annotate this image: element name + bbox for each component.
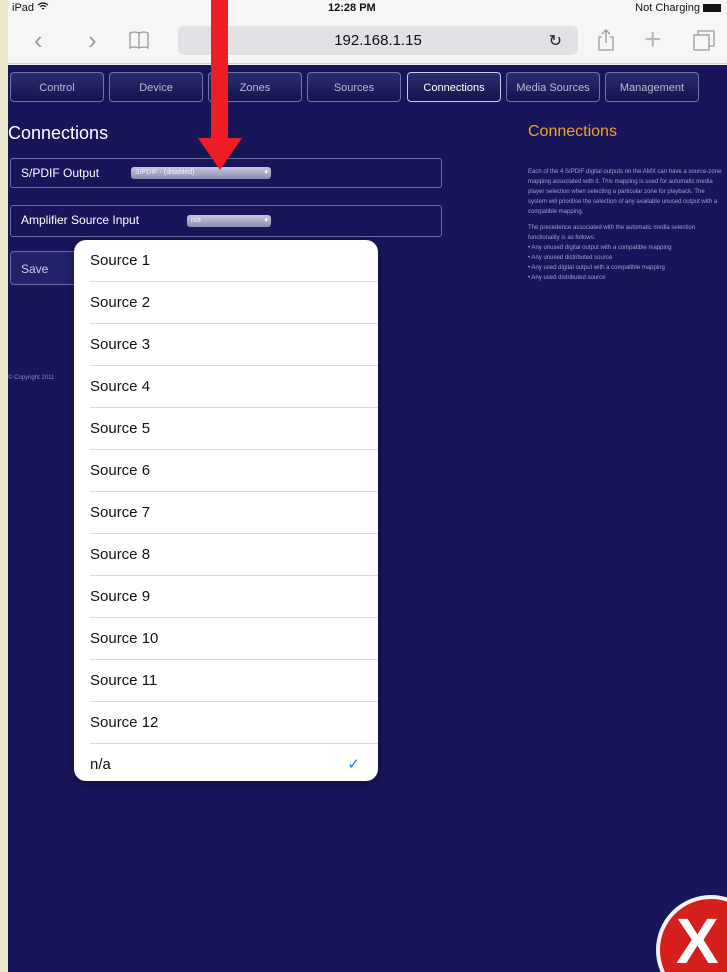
help-title: Connections (528, 123, 617, 140)
option-source-9[interactable]: Source 9 (90, 576, 378, 618)
annotation-arrow-shaft (211, 0, 228, 140)
option-source-5[interactable]: Source 5 (90, 408, 378, 450)
reload-icon[interactable]: ↻ (549, 31, 562, 51)
option-source-3[interactable]: Source 3 (90, 324, 378, 366)
address-bar[interactable]: 192.168.1.15 ↻ (178, 26, 578, 55)
tab-control[interactable]: Control (10, 72, 104, 102)
option-source-8[interactable]: Source 8 (90, 534, 378, 576)
amplifier-label: Amplifier Source Input (21, 213, 140, 227)
option-source-11[interactable]: Source 11 (90, 660, 378, 702)
amplifier-select[interactable]: n/a ▾ (187, 215, 271, 227)
spdif-label: S/PDIF Output (21, 166, 100, 180)
option-source-6[interactable]: Source 6 (90, 450, 378, 492)
share-icon[interactable] (596, 28, 616, 52)
battery-icon (703, 4, 721, 13)
option-na[interactable]: n/a ✓ (90, 744, 378, 781)
forward-icon[interactable]: › (88, 16, 97, 64)
back-icon[interactable]: ‹ (34, 16, 43, 64)
tab-management[interactable]: Management (605, 72, 699, 102)
amplifier-panel: Amplifier Source Input n/a ▾ (10, 205, 442, 237)
checkmark-icon: ✓ (347, 756, 360, 773)
option-source-12[interactable]: Source 12 (90, 702, 378, 744)
option-source-2[interactable]: Source 2 (90, 282, 378, 324)
copyright-text: © Copyright 2011 (8, 375, 55, 381)
tabs-icon[interactable] (692, 29, 716, 51)
status-bar: iPad 12:28 PM Not Charging (8, 0, 727, 16)
new-tab-icon[interactable]: + (644, 16, 662, 64)
url-text: 192.168.1.15 (334, 32, 422, 49)
battery-status: Not Charging (635, 2, 721, 14)
spdif-select-value: S/PDIF - (disabled) (135, 169, 195, 176)
ipad-screen: iPad 12:28 PM Not Charging ‹ › 192.168.1… (8, 0, 727, 972)
annotation-arrow-head (198, 138, 242, 170)
browser-toolbar: ‹ › 192.168.1.15 ↻ + (8, 16, 727, 64)
help-bullet: • Any unused digital output with a compa… (528, 245, 672, 251)
chevron-down-icon: ▾ (264, 217, 268, 224)
page-title: Connections (8, 123, 109, 143)
option-source-7[interactable]: Source 7 (90, 492, 378, 534)
device-label: iPad (12, 2, 49, 14)
option-source-10[interactable]: Source 10 (90, 618, 378, 660)
source-picker-popover: Source 1 Source 2 Source 3 Source 4 Sour… (74, 240, 378, 781)
help-text: Each of the 4 S/PDIF digital outputs on … (528, 167, 724, 283)
help-bullet: • Any used digital output with a compati… (528, 265, 665, 271)
help-bullet: • Any used distributed source (528, 275, 606, 281)
option-na-label: n/a (90, 756, 111, 773)
tab-sources[interactable]: Sources (307, 72, 401, 102)
tab-device[interactable]: Device (109, 72, 203, 102)
help-paragraph: The precedence associated with the autom… (528, 225, 696, 241)
tab-media-sources[interactable]: Media Sources (506, 72, 600, 102)
main-nav: Control Device Zones Sources Connections… (8, 72, 727, 102)
wifi-icon (37, 2, 49, 10)
help-paragraph: Each of the 4 S/PDIF digital outputs on … (528, 169, 722, 215)
bookmarks-icon[interactable] (128, 29, 150, 51)
option-source-1[interactable]: Source 1 (90, 240, 378, 282)
chevron-down-icon: ▾ (264, 169, 268, 176)
tab-connections[interactable]: Connections (407, 72, 501, 102)
option-source-4[interactable]: Source 4 (90, 366, 378, 408)
status-time: 12:28 PM (328, 2, 376, 14)
amplifier-select-value: n/a (191, 217, 201, 224)
help-bullet: • Any unused distributed source (528, 255, 613, 261)
